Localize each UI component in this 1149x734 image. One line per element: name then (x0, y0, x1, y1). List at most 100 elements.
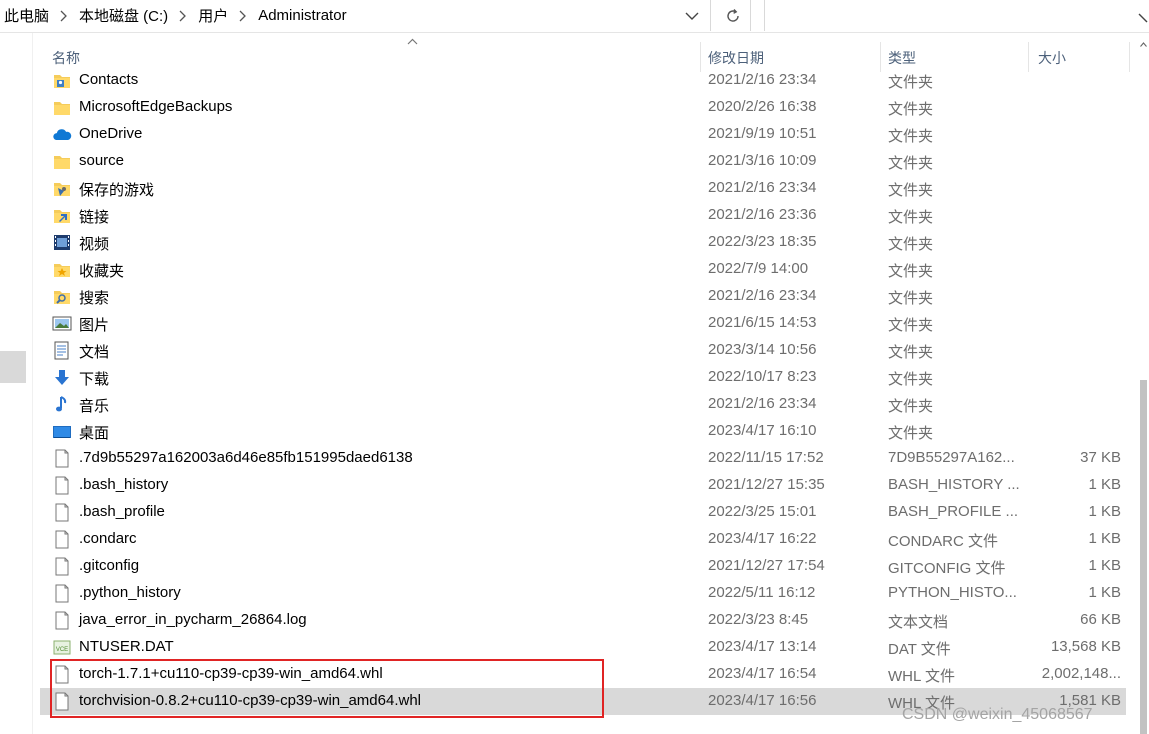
videos-folder-icon (52, 233, 72, 252)
file-row[interactable]: MicrosoftEdgeBackups 2020/2/26 16:38 文件夹 (40, 94, 1126, 121)
file-row[interactable]: 搜索 2021/2/16 23:34 文件夹 (40, 283, 1126, 310)
file-type: BASH_PROFILE ... (888, 503, 1019, 520)
file-row[interactable]: java_error_in_pycharm_26864.log 2022/3/23… (40, 607, 1126, 634)
searches-folder-icon (52, 287, 72, 306)
file-date-modified: 2021/12/27 17:54 (708, 557, 825, 574)
favorites-folder-icon (52, 260, 72, 279)
file-name: .bash_history (79, 476, 169, 493)
file-row[interactable]: .gitconfig 2021/12/27 17:54 GITCONFIG 文件 1 … (40, 553, 1126, 580)
file-date-modified: 2021/3/16 10:09 (708, 152, 817, 169)
music-folder-icon (52, 395, 72, 414)
file-type: 文件夹 (888, 182, 934, 199)
column-date-modified[interactable]: 修改日期 (708, 48, 764, 68)
file-row[interactable]: OneDrive 2021/9/19 10:51 文件夹 (40, 121, 1126, 148)
onedrive-icon (52, 125, 72, 144)
file-type: 文件夹 (888, 101, 934, 118)
chevron-down-icon[interactable] (682, 8, 702, 24)
breadcrumb-local-disk[interactable]: 本地磁盘 (C:) (75, 5, 172, 26)
links-folder-icon (52, 206, 72, 225)
file-date-modified: 2020/2/26 16:38 (708, 98, 817, 115)
file-row[interactable]: 桌面 2023/4/17 16:10 文件夹 (40, 418, 1126, 445)
file-date-modified: 2023/4/17 13:14 (708, 638, 817, 655)
file-type: 文件夹 (888, 209, 934, 226)
file-icon (52, 530, 72, 549)
vertical-scrollbar[interactable] (1138, 40, 1149, 734)
file-type: 文件夹 (888, 74, 934, 91)
file-size: 1 KB (1088, 530, 1121, 547)
file-type: BASH_HISTORY ... (888, 476, 1020, 493)
file-name: 文档 (79, 344, 110, 361)
file-name: .condarc (79, 530, 137, 547)
saved-games-icon (52, 179, 72, 198)
pictures-folder-icon (52, 314, 72, 333)
file-row[interactable]: .bash_history 2021/12/27 15:35 BASH_HISTOR… (40, 472, 1126, 499)
file-size: 66 KB (1080, 611, 1121, 628)
file-row[interactable]: 视频 2022/3/23 18:35 文件夹 (40, 229, 1126, 256)
file-row[interactable]: .condarc 2023/4/17 16:22 CONDARC 文件 1 KB (40, 526, 1126, 553)
file-date-modified: 2021/2/16 23:36 (708, 206, 817, 223)
file-row[interactable]: source 2021/3/16 10:09 文件夹 (40, 148, 1126, 175)
file-row[interactable]: 链接 2021/2/16 23:36 文件夹 (40, 202, 1126, 229)
search-box[interactable] (764, 0, 1149, 31)
file-type: CONDARC 文件 (888, 533, 999, 550)
file-icon (52, 476, 72, 495)
file-row[interactable]: 下载 2022/10/17 8:23 文件夹 (40, 364, 1126, 391)
dat-file-icon: VCE (52, 638, 72, 657)
breadcrumb-users[interactable]: 用户 (194, 5, 232, 26)
file-row[interactable]: 收藏夹 2022/7/9 14:00 文件夹 (40, 256, 1126, 283)
file-type: 文件夹 (888, 236, 934, 253)
breadcrumb-administrator[interactable]: Administrator (254, 7, 350, 24)
file-type: 文件夹 (888, 290, 934, 307)
file-name: NTUSER.DAT (79, 638, 174, 655)
highlight-box (50, 659, 604, 718)
breadcrumb-separator-icon[interactable] (53, 10, 75, 22)
file-row[interactable]: Contacts 2021/2/16 23:34 文件夹 (40, 67, 1126, 94)
file-date-modified: 2023/4/17 16:22 (708, 530, 817, 547)
file-row[interactable]: .python_history 2022/5/11 16:12 PYTHON_HIS… (40, 580, 1126, 607)
search-icon[interactable] (1138, 6, 1148, 24)
file-size: 13,568 KB (1050, 638, 1121, 655)
column-name[interactable]: 名称 (52, 48, 80, 68)
scrollbar-thumb[interactable] (1140, 380, 1147, 734)
navigation-pane-scrollbar-thumb[interactable] (0, 351, 26, 383)
file-icon (52, 584, 72, 603)
file-date-modified: 2021/2/16 23:34 (708, 395, 817, 412)
breadcrumb-separator-icon[interactable] (232, 10, 254, 22)
file-name: 链接 (79, 209, 110, 226)
address-bar: 此电脑 本地磁盘 (C:) 用户 Administrator (0, 0, 1149, 33)
file-name: .7d9b55297a162003a6d46e85fb151995daed613… (79, 449, 413, 466)
file-date-modified: 2023/4/17 16:54 (708, 665, 817, 682)
column-type[interactable]: 类型 (888, 48, 916, 68)
refresh-button[interactable] (716, 0, 751, 31)
file-type: 文件夹 (888, 344, 934, 361)
file-type: WHL 文件 (888, 668, 955, 685)
file-row[interactable]: .bash_profile 2022/3/25 15:01 BASH_PROFILE… (40, 499, 1126, 526)
breadcrumb-this-pc[interactable]: 此电脑 (0, 5, 53, 26)
breadcrumb[interactable]: 此电脑 本地磁盘 (C:) 用户 Administrator (0, 0, 711, 31)
file-name: .gitconfig (79, 557, 140, 574)
file-date-modified: 2021/2/16 23:34 (708, 71, 817, 88)
file-type: 文本文档 (888, 614, 949, 631)
navigation-pane[interactable] (0, 33, 33, 734)
file-list: Contacts 2021/2/16 23:34 文件夹 MicrosoftEdgeB… (40, 67, 1126, 715)
file-row[interactable]: 保存的游戏 2021/2/16 23:34 文件夹 (40, 175, 1126, 202)
breadcrumb-separator-icon[interactable] (172, 10, 194, 22)
search-input[interactable] (771, 0, 1135, 30)
file-type: 文件夹 (888, 425, 934, 442)
column-divider[interactable] (1129, 42, 1130, 72)
scroll-up-icon[interactable] (1140, 42, 1147, 47)
file-name: Contacts (79, 71, 139, 88)
file-type: GITCONFIG 文件 (888, 560, 1006, 577)
file-size: 1 KB (1088, 584, 1121, 601)
refresh-icon (727, 8, 739, 22)
file-type: 文件夹 (888, 317, 934, 334)
column-size[interactable]: 大小 (1038, 48, 1066, 68)
file-row[interactable]: 音乐 2021/2/16 23:34 文件夹 (40, 391, 1126, 418)
file-row[interactable]: .7d9b55297a162003a6d46e85fb151995daed613… (40, 445, 1126, 472)
file-name: MicrosoftEdgeBackups (79, 98, 233, 115)
file-date-modified: 2023/3/14 10:56 (708, 341, 817, 358)
file-row[interactable]: VCE NTUSER.DAT 2023/4/17 13:14 DAT 文件 13,568… (40, 634, 1126, 661)
file-row[interactable]: 图片 2021/6/15 14:53 文件夹 (40, 310, 1126, 337)
file-row[interactable]: 文档 2023/3/14 10:56 文件夹 (40, 337, 1126, 364)
file-icon (52, 557, 72, 576)
